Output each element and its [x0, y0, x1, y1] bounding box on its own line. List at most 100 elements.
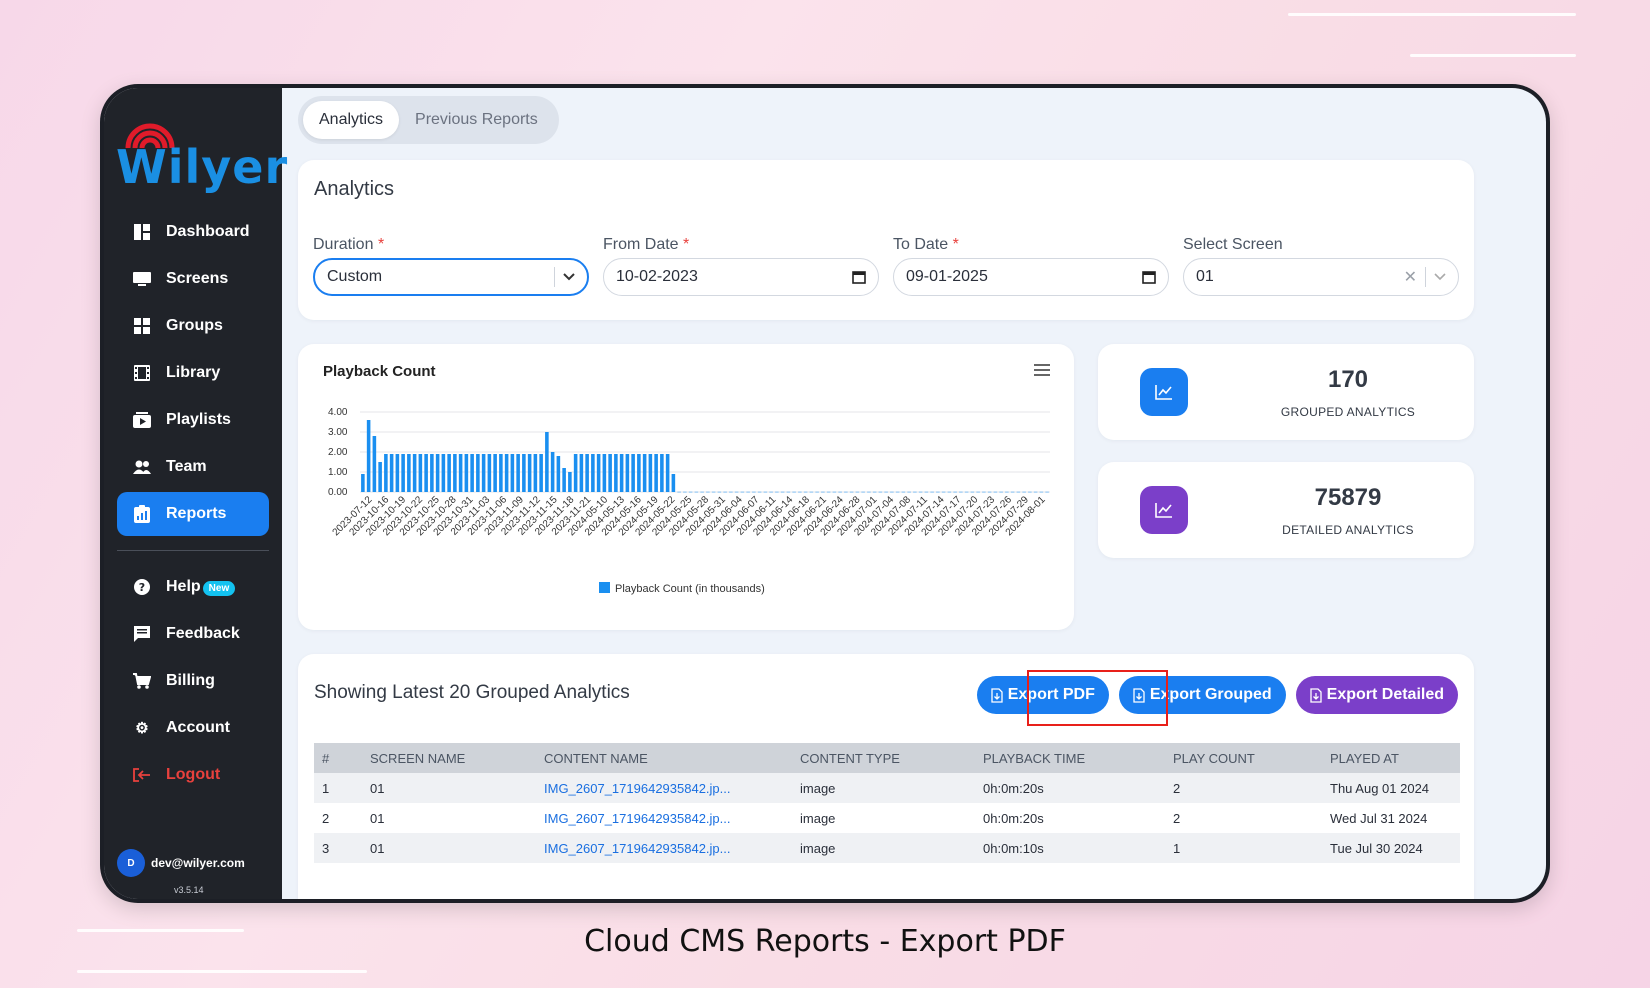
chart-bar — [631, 454, 635, 492]
chart-bar — [809, 491, 814, 493]
chart-bar — [562, 468, 566, 492]
chart-bar — [539, 454, 543, 492]
chart-bar — [861, 491, 865, 493]
playback-chart-card: 4.00 3.00 2.00 1.00 0.00 2023-07-12 2023-10-16… — [298, 344, 1074, 630]
chart-bar — [660, 454, 664, 492]
chart-title: Playback Count — [323, 363, 436, 380]
sidebar-item-library[interactable]: Library — [117, 351, 269, 395]
chart-bar — [481, 454, 486, 492]
sidebar-item-team[interactable]: Team — [117, 445, 269, 489]
hamburger-menu-icon[interactable] — [1034, 364, 1050, 376]
from-date-input[interactable]: 10-02-2023 — [603, 258, 879, 296]
chart-bar — [573, 454, 578, 492]
chevron-down-icon[interactable] — [1434, 273, 1446, 281]
sidebar-item-reports[interactable]: Reports — [117, 492, 269, 536]
table-title: Showing Latest 20 Grouped Analytics — [314, 682, 630, 703]
screen-field: Select Screen 01 ✕ — [1183, 236, 1459, 296]
sidebar-item-groups[interactable]: Groups — [117, 304, 269, 348]
chart-bar — [625, 454, 630, 492]
y-tick-label: 1.00 — [328, 467, 348, 478]
chart-bar — [677, 491, 681, 493]
chart-bar — [665, 454, 670, 492]
chart-bar — [619, 454, 624, 492]
sidebar-item-account[interactable]: ⚙ Account — [117, 706, 269, 750]
chart-bar — [522, 454, 526, 492]
export-detailed-button[interactable]: Export Detailed — [1295, 676, 1458, 714]
table-cell: 1 — [1165, 833, 1322, 863]
app-version: v3.5.14 — [174, 885, 204, 895]
tab-previous-reports[interactable]: Previous Reports — [399, 101, 554, 139]
tab-analytics[interactable]: Analytics — [303, 101, 400, 139]
chart-bar — [953, 491, 957, 493]
chart-bar — [372, 436, 377, 492]
screen-select[interactable]: 01 ✕ — [1183, 258, 1459, 296]
content-link[interactable]: IMG_2607_1719642935842.jp... — [544, 841, 731, 856]
chart-bar — [878, 491, 883, 493]
help-icon: ? — [133, 578, 151, 596]
table-cell: 2 — [1173, 810, 1181, 826]
chart-bar — [999, 491, 1003, 493]
calendar-icon[interactable] — [1142, 270, 1156, 284]
analytics-table-card: Showing Latest 20 Grouped Analytics Expo… — [298, 654, 1474, 899]
table-cell: 01 — [370, 810, 385, 826]
chart-bar — [964, 491, 969, 493]
table-cell: image — [800, 810, 836, 826]
chart-bar — [470, 454, 474, 492]
to-date-label: To Date * — [893, 236, 959, 253]
sidebar-item-dashboard[interactable]: Dashboard — [117, 210, 269, 254]
sidebar-item-help[interactable]: ? Help New — [117, 565, 269, 609]
content-link[interactable]: IMG_2607_1719642935842.jp... — [544, 781, 731, 796]
chart-bar — [1033, 491, 1038, 493]
chart-bar — [361, 474, 365, 492]
chart-bar — [533, 454, 538, 492]
to-date-input[interactable]: 09-01-2025 — [893, 258, 1169, 296]
sidebar-item-playlists[interactable]: Playlists — [117, 398, 269, 442]
file-download-icon — [991, 687, 1003, 703]
chart-bar — [1028, 491, 1032, 493]
user-profile[interactable]: D dev@wilyer.com — [117, 849, 245, 877]
chart-bar — [855, 491, 860, 493]
column-header: # — [314, 743, 362, 773]
duration-select[interactable]: Custom — [313, 258, 589, 296]
sidebar-item-logout[interactable]: Logout — [117, 753, 269, 797]
avatar: D — [117, 849, 145, 877]
chart-bar — [982, 491, 986, 493]
duration-label: Duration * — [313, 236, 385, 253]
chart-bar — [384, 454, 388, 492]
column-header: SCREEN NAME — [362, 743, 536, 773]
file-download-icon — [1309, 687, 1322, 703]
chart-bar — [757, 491, 762, 493]
chart-bar — [1016, 491, 1021, 493]
chart-bar — [792, 491, 796, 493]
duration-value: Custom — [327, 268, 383, 285]
clear-icon[interactable]: ✕ — [1404, 267, 1417, 287]
sidebar-item-screens[interactable]: Screens — [117, 257, 269, 301]
sidebar-item-billing[interactable]: Billing — [117, 659, 269, 703]
sidebar-item-feedback[interactable]: Feedback — [117, 612, 269, 656]
legend-label: Playback Count (in thousands) — [615, 583, 765, 595]
chart-bar — [924, 491, 929, 493]
chart-bar — [1039, 491, 1044, 493]
chart-bar — [826, 491, 831, 493]
table-cell: IMG_2607_1719642935842.jp... — [536, 833, 792, 863]
chart-bar — [637, 454, 641, 492]
from-date-value: 10-02-2023 — [616, 268, 698, 285]
chart-bar — [803, 491, 808, 493]
chart-bar — [890, 491, 894, 493]
chart-bar — [711, 491, 716, 493]
logout-icon — [133, 766, 151, 784]
grouped-analytics-label: GROUPED ANALYTICS — [1280, 405, 1416, 419]
content-link[interactable]: IMG_2607_1719642935842.jp... — [544, 811, 731, 826]
chart-bar — [407, 454, 411, 492]
filters-card: Analytics Duration * Custom From Date * … — [298, 160, 1474, 320]
chart-bar — [907, 491, 911, 493]
table-header-row: # SCREEN NAME CONTENT NAME CONTENT TYPE … — [314, 743, 1460, 773]
chart-bar — [602, 454, 607, 492]
calendar-icon[interactable] — [852, 270, 866, 284]
chart-bar — [556, 456, 561, 492]
sidebar: Wilyer Dashboard Screens Groups Library … — [104, 88, 287, 899]
chart-bar — [412, 454, 417, 492]
chart-bar — [389, 454, 394, 492]
chart-bar — [596, 454, 601, 492]
chart-bar — [936, 491, 940, 493]
